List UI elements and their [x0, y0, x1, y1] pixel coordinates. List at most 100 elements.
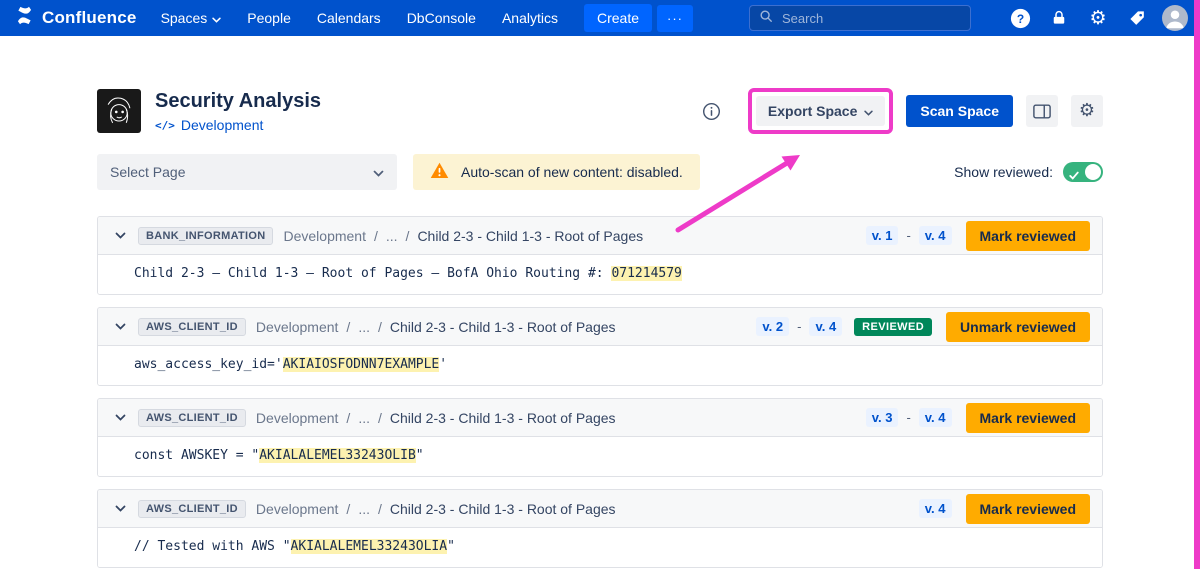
breadcrumb-ellipsis: ...	[386, 228, 398, 244]
gear-icon: ⚙	[1089, 9, 1106, 28]
snippet-text: Child 2-3 – Child 1-3 – Root of Pages – …	[134, 266, 611, 281]
mark-reviewed-button[interactable]: Mark reviewed	[966, 403, 1091, 433]
avatar[interactable]	[1162, 5, 1188, 31]
unmark-reviewed-button[interactable]: Unmark reviewed	[946, 312, 1090, 342]
snippet-text: "	[447, 539, 455, 554]
finding-header: AWS_CLIENT_ID Development / ... / Child …	[98, 490, 1102, 528]
search-box[interactable]	[749, 5, 971, 31]
findings-list: BANK_INFORMATION Development / ... / Chi…	[97, 216, 1103, 568]
breadcrumb-page[interactable]: Child 2-3 - Child 1-3 - Root of Pages	[390, 319, 616, 335]
show-reviewed-toggle[interactable]	[1063, 162, 1103, 182]
user-icon	[1162, 5, 1188, 31]
mark-reviewed-button[interactable]: Mark reviewed	[966, 494, 1091, 524]
controls-row: Select Page Auto-scan of new content: di…	[97, 154, 1103, 190]
breadcrumb-separator: /	[346, 319, 350, 335]
space-settings-button[interactable]: ⚙	[1071, 95, 1103, 127]
breadcrumb-space[interactable]: Development	[256, 501, 339, 517]
breadcrumb-page[interactable]: Child 2-3 - Child 1-3 - Root of Pages	[390, 410, 616, 426]
snippet-text: aws_access_key_id='	[134, 357, 283, 372]
finding-type-badge: AWS_CLIENT_ID	[138, 318, 246, 336]
breadcrumb-page[interactable]: Child 2-3 - Child 1-3 - Root of Pages	[390, 501, 616, 517]
breadcrumb-ellipsis: ...	[358, 319, 370, 335]
version-link[interactable]: v. 4	[919, 408, 952, 427]
breadcrumb: Development / ... / Child 2-3 - Child 1-…	[256, 501, 616, 517]
space-logo	[97, 89, 141, 133]
info-icon	[702, 102, 721, 121]
mark-reviewed-button[interactable]: Mark reviewed	[966, 221, 1091, 251]
finding-card: AWS_CLIENT_ID Development / ... / Child …	[97, 398, 1103, 477]
nav-items: Spaces People Calendars DbConsole Analyt…	[161, 10, 558, 26]
space-link-row: </> Development	[155, 117, 321, 133]
breadcrumb-separator: /	[374, 228, 378, 244]
breadcrumb-space[interactable]: Development	[256, 410, 339, 426]
breadcrumb-page[interactable]: Child 2-3 - Child 1-3 - Root of Pages	[417, 228, 643, 244]
finding-type-badge: AWS_CLIENT_ID	[138, 409, 246, 427]
info-button[interactable]	[702, 102, 721, 121]
breadcrumb-separator: /	[406, 228, 410, 244]
annotation-highlight-box: Export Space	[748, 88, 893, 134]
finding-actions: v. 3 - v. 4 Mark reviewed	[866, 403, 1090, 433]
confluence-brand[interactable]: Confluence	[14, 5, 137, 31]
check-icon	[1069, 167, 1079, 183]
search-input[interactable]	[780, 10, 961, 27]
create-button[interactable]: Create	[584, 4, 652, 32]
finding-snippet: // Tested with AWS "AKIALALEMEL33243OLIA…	[98, 528, 1102, 567]
select-page-dropdown[interactable]: Select Page	[97, 154, 397, 190]
nav-item-analytics[interactable]: Analytics	[502, 10, 558, 26]
version-link[interactable]: v. 2	[756, 317, 789, 336]
breadcrumb: Development / ... / Child 2-3 - Child 1-…	[283, 228, 643, 244]
version-link[interactable]: v. 4	[919, 499, 952, 518]
breadcrumb-space[interactable]: Development	[283, 228, 366, 244]
warning-icon	[430, 162, 449, 182]
version-link[interactable]: v. 3	[866, 408, 899, 427]
finding-type-badge: AWS_CLIENT_ID	[138, 500, 246, 518]
finding-actions: v. 1 - v. 4 Mark reviewed	[866, 221, 1090, 251]
space-link[interactable]: Development	[181, 117, 264, 133]
scan-space-button[interactable]: Scan Space	[906, 95, 1013, 127]
export-space-button[interactable]: Export Space	[756, 96, 885, 126]
finding-header: BANK_INFORMATION Development / ... / Chi…	[98, 217, 1102, 255]
version-link[interactable]: v. 1	[866, 226, 899, 245]
help-button[interactable]: ?	[1006, 4, 1034, 32]
svg-text:?: ?	[1016, 11, 1023, 25]
collapse-chevron-icon[interactable]	[112, 505, 128, 512]
toggle-knob	[1085, 164, 1101, 180]
breadcrumb-space[interactable]: Development	[256, 319, 339, 335]
confluence-logo-icon	[14, 5, 35, 31]
reviewed-badge: REVIEWED	[854, 318, 932, 336]
collapse-chevron-icon[interactable]	[112, 414, 128, 421]
nav-item-spaces[interactable]: Spaces	[161, 10, 222, 26]
version-link[interactable]: v. 4	[809, 317, 842, 336]
finding-card: AWS_CLIENT_ID Development / ... / Child …	[97, 489, 1103, 568]
finding-snippet: Child 2-3 – Child 1-3 – Root of Pages – …	[98, 255, 1102, 294]
finding-header: AWS_CLIENT_ID Development / ... / Child …	[98, 308, 1102, 346]
panel-layout-button[interactable]	[1026, 95, 1058, 127]
settings-button[interactable]: ⚙	[1084, 4, 1112, 32]
snippet-highlight: AKIALALEMEL33243OLIA	[291, 539, 448, 554]
warning-text: Auto-scan of new content: disabled.	[461, 164, 683, 180]
chevron-down-icon	[212, 10, 221, 26]
nav-item-calendars[interactable]: Calendars	[317, 10, 381, 26]
export-space-label: Export Space	[768, 103, 857, 119]
snippet-text: '	[439, 357, 447, 372]
snippet-highlight: 071214579	[611, 266, 681, 281]
version-separator: -	[906, 228, 910, 243]
collapse-chevron-icon[interactable]	[112, 323, 128, 330]
finding-card: BANK_INFORMATION Development / ... / Chi…	[97, 216, 1103, 295]
snippet-highlight: AKIAIOSFODNN7EXAMPLE	[283, 357, 440, 372]
lock-button[interactable]	[1045, 4, 1073, 32]
finding-card: AWS_CLIENT_ID Development / ... / Child …	[97, 307, 1103, 386]
nav-item-people[interactable]: People	[247, 10, 291, 26]
top-navigation: Confluence Spaces People Calendars DbCon…	[0, 0, 1200, 36]
nav-item-dbconsole[interactable]: DbConsole	[407, 10, 476, 26]
help-icon: ?	[1009, 7, 1032, 30]
version-link[interactable]: v. 4	[919, 226, 952, 245]
autoscan-warning-banner: Auto-scan of new content: disabled.	[413, 154, 700, 190]
tag-button[interactable]	[1123, 4, 1151, 32]
collapse-chevron-icon[interactable]	[112, 232, 128, 239]
page-title: Security Analysis	[155, 89, 321, 113]
breadcrumb-separator: /	[378, 501, 382, 517]
more-button[interactable]: ···	[657, 5, 693, 32]
finding-header: AWS_CLIENT_ID Development / ... / Child …	[98, 399, 1102, 437]
version-separator: -	[797, 319, 801, 334]
